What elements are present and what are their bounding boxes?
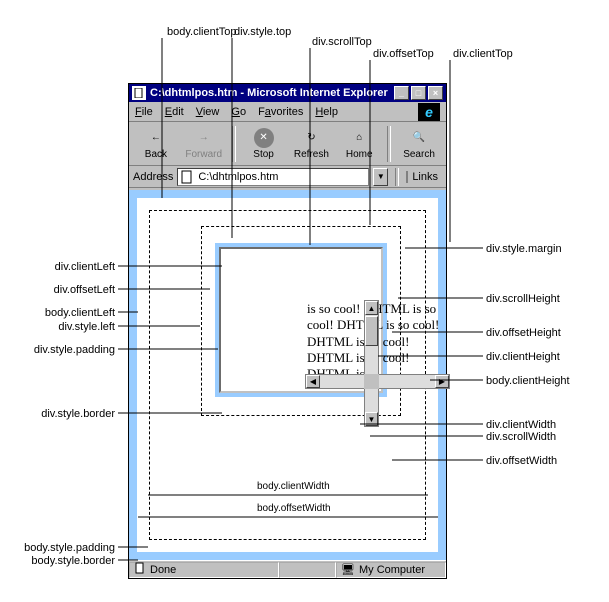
- forward-button[interactable]: →Forward: [181, 124, 227, 164]
- address-value: C:\dhtmlpos.htm: [198, 171, 278, 183]
- scroll-thumb[interactable]: [365, 316, 378, 346]
- separator: [395, 168, 399, 186]
- body-content-area: is so cool! DHTML is so cool! DHTML is s…: [137, 198, 438, 552]
- menu-file[interactable]: File: [135, 106, 153, 118]
- back-button[interactable]: ←Back: [133, 124, 179, 164]
- label-div-scrollWidth: div.scrollWidth: [486, 431, 556, 443]
- scrollbar-corner: [364, 374, 379, 389]
- menu-favorites[interactable]: Favorites: [258, 106, 303, 118]
- scroll-up-icon[interactable]: ▲: [365, 301, 378, 315]
- label-body-clientHeight: body.clientHeight: [486, 375, 570, 387]
- menu-edit[interactable]: Edit: [165, 106, 184, 118]
- stop-button[interactable]: ✕Stop: [241, 124, 287, 164]
- label-div-style-padding: div.style.padding: [24, 344, 115, 356]
- label-body-clientLeft: body.clientLeft: [28, 307, 115, 319]
- ie-logo-icon: e: [418, 103, 440, 121]
- window-title: C:\dhtmlpos.htm - Microsoft Internet Exp…: [150, 87, 388, 99]
- toolbar: ←Back →Forward ✕Stop ↻Refresh ⌂Home 🔍Sea…: [129, 122, 446, 166]
- div-border-area: is so cool! DHTML is so cool! DHTML is s…: [219, 247, 383, 393]
- label-body-style-padding: body.style.padding: [6, 542, 115, 554]
- label-body-style-border: body.style.border: [6, 555, 115, 567]
- minimize-button[interactable]: _: [394, 86, 409, 100]
- label-div-style-top: div.style.top: [234, 26, 291, 38]
- body-border-area: is so cool! DHTML is so cool! DHTML is s…: [129, 190, 446, 560]
- label-body-clientWidth: body.clientWidth: [257, 481, 330, 492]
- menu-view[interactable]: View: [196, 106, 220, 118]
- status-text: Done: [150, 564, 176, 576]
- label-div-offsetLeft: div.offsetLeft: [40, 284, 115, 296]
- computer-icon: 🖥: [341, 563, 355, 576]
- stop-icon: ✕: [254, 128, 274, 148]
- label-div-offsetWidth: div.offsetWidth: [486, 455, 557, 467]
- scroll-right-icon[interactable]: ▶: [435, 375, 449, 388]
- label-div-style-left: div.style.left: [47, 321, 115, 333]
- page-icon: [180, 170, 194, 184]
- status-pane-done: Done: [129, 562, 279, 578]
- window-titlebar[interactable]: C:\dhtmlpos.htm - Microsoft Internet Exp…: [129, 84, 446, 102]
- search-button[interactable]: 🔍Search: [396, 124, 442, 164]
- label-div-scrollTop: div.scrollTop: [312, 36, 372, 48]
- label-div-clientLeft: div.clientLeft: [40, 261, 115, 273]
- home-icon: ⌂: [349, 128, 369, 148]
- status-pane: [279, 562, 336, 578]
- back-icon: ←: [146, 128, 166, 148]
- label-div-style-margin: div.style.margin: [486, 243, 562, 255]
- label-body-clientTop: body.clientTop: [167, 26, 237, 38]
- separator: [387, 126, 391, 162]
- label-div-scrollHeight: div.scrollHeight: [486, 293, 560, 305]
- menu-bar: File Edit View Go Favorites Help e: [129, 102, 446, 122]
- label-body-offsetWidth: body.offsetWidth: [257, 503, 331, 514]
- menu-go[interactable]: Go: [231, 106, 246, 118]
- refresh-button[interactable]: ↻Refresh: [288, 124, 334, 164]
- scroll-left-icon[interactable]: ◀: [306, 375, 320, 388]
- zone-text: My Computer: [359, 564, 425, 576]
- maximize-button[interactable]: □: [411, 86, 426, 100]
- scroll-down-icon[interactable]: ▼: [365, 412, 378, 426]
- forward-icon: →: [194, 128, 214, 148]
- label-div-offsetHeight: div.offsetHeight: [486, 327, 561, 339]
- label-div-clientTop: div.clientTop: [453, 48, 513, 60]
- address-bar: Address C:\dhtmlpos.htm ▼ Links: [129, 166, 446, 188]
- page-icon: [132, 86, 146, 100]
- close-button[interactable]: ×: [428, 86, 443, 100]
- label-div-clientWidth: div.clientWidth: [486, 419, 556, 431]
- refresh-icon: ↻: [301, 128, 321, 148]
- home-button[interactable]: ⌂Home: [336, 124, 382, 164]
- address-label: Address: [133, 171, 173, 183]
- separator: [232, 126, 236, 162]
- search-icon: 🔍: [409, 128, 429, 148]
- status-zone: 🖥 My Computer: [336, 562, 446, 578]
- address-dropdown[interactable]: ▼: [373, 168, 388, 186]
- label-div-clientHeight: div.clientHeight: [486, 351, 560, 363]
- links-toolbar[interactable]: Links: [406, 171, 442, 183]
- page-icon: [134, 562, 146, 577]
- label-div-style-border: div.style.border: [32, 408, 115, 420]
- address-input[interactable]: C:\dhtmlpos.htm: [177, 168, 369, 186]
- vertical-scrollbar[interactable]: ▲ ▼: [364, 300, 379, 427]
- status-bar: Done 🖥 My Computer: [129, 560, 446, 578]
- label-div-offsetTop: div.offsetTop: [373, 48, 434, 60]
- ie-window: C:\dhtmlpos.htm - Microsoft Internet Exp…: [128, 83, 447, 579]
- menu-help[interactable]: Help: [315, 106, 338, 118]
